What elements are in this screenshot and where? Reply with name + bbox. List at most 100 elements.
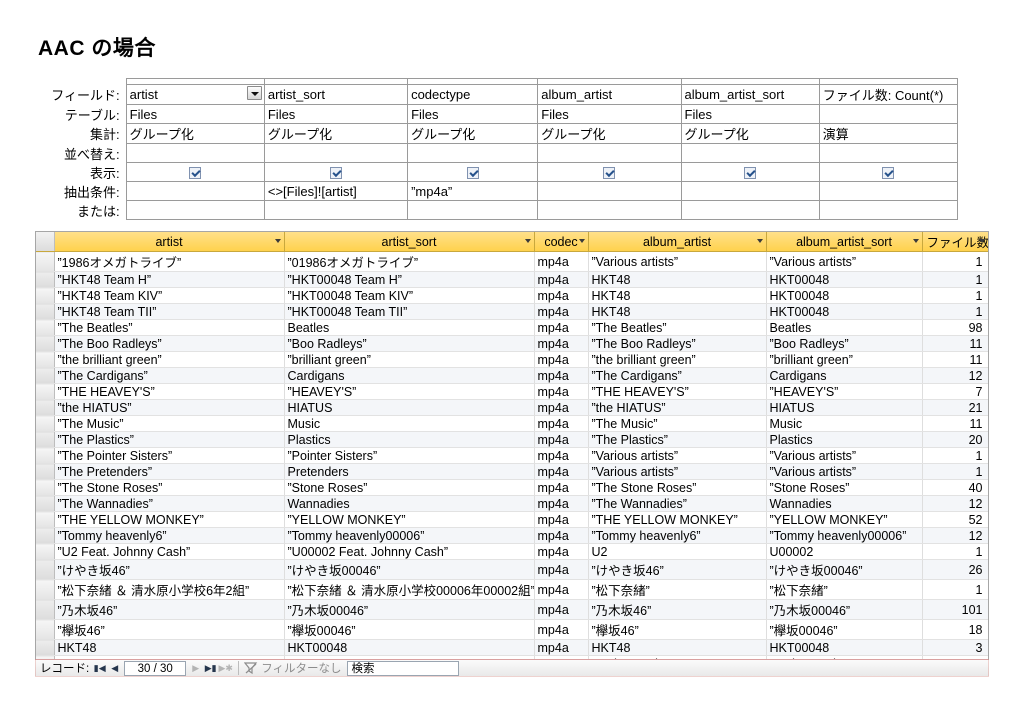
cell-r23-c5[interactable]: 3: [922, 639, 988, 656]
row-selector[interactable]: [36, 511, 55, 528]
cell-r8-c3[interactable]: ”THE HEAVEY'S”: [588, 383, 767, 400]
row-selector[interactable]: [36, 319, 55, 336]
checkbox-checked-icon[interactable]: [882, 167, 895, 180]
new-record-icon[interactable]: ▶✱: [218, 661, 233, 676]
query-field-cell-0[interactable]: artist: [125, 84, 265, 105]
cell-r9-c1[interactable]: HIATUS: [284, 399, 535, 416]
table-row[interactable]: ”HKT48 Team KIV” ”HKT00048 Team KIV” mp4a H…: [36, 287, 988, 304]
cell-r0-c3[interactable]: ”Various artists”: [588, 251, 767, 272]
cell-r17-c5[interactable]: 12: [922, 527, 988, 544]
cell-r2-c0[interactable]: ”HKT48 Team KIV”: [54, 287, 285, 304]
query-field-cell-1[interactable]: artist_sort: [263, 84, 409, 105]
cell-r1-c4[interactable]: HKT00048: [766, 271, 923, 288]
cell-r18-c1[interactable]: ”U00002 Feat. Johnny Cash”: [284, 543, 535, 560]
cell-r1-c3[interactable]: HKT48: [588, 271, 767, 288]
cell-r5-c1[interactable]: ”Boo Radleys”: [284, 335, 535, 352]
cell-r6-c2[interactable]: mp4a: [534, 351, 589, 368]
row-selector[interactable]: [36, 599, 55, 620]
query-field-cell-3[interactable]: album_artist: [537, 84, 682, 105]
filter-status[interactable]: フィルターなし: [243, 660, 341, 676]
query-or-cell-1[interactable]: [263, 200, 409, 220]
query-sort-cell-0[interactable]: [125, 143, 265, 163]
cell-r14-c0[interactable]: ”The Stone Roses”: [54, 479, 285, 496]
cell-r2-c3[interactable]: HKT48: [588, 287, 767, 304]
query-show-checkbox-2[interactable]: [407, 162, 539, 182]
cell-r8-c1[interactable]: ”HEAVEY'S”: [284, 383, 535, 400]
query-sort-cell-4[interactable]: [680, 143, 820, 163]
row-selector[interactable]: [36, 251, 55, 272]
cell-r3-c2[interactable]: mp4a: [534, 303, 589, 320]
table-row[interactable]: ”The Music” Music mp4a ”The Music” Music 11: [36, 415, 988, 432]
cell-r9-c3[interactable]: ”the HIATUS”: [588, 399, 767, 416]
column-header-2[interactable]: codec: [534, 232, 589, 252]
query-show-checkbox-3[interactable]: [537, 162, 682, 182]
record-position-input[interactable]: 30 / 30: [124, 660, 187, 676]
cell-r19-c0[interactable]: ”けやき坂46”: [54, 559, 285, 580]
cell-r16-c0[interactable]: ”THE YELLOW MONKEY”: [54, 511, 285, 528]
query-criteria-cell-5[interactable]: [818, 181, 959, 201]
cell-r10-c2[interactable]: mp4a: [534, 415, 589, 432]
cell-r19-c1[interactable]: ”けやき坂00046”: [284, 559, 535, 580]
cell-r9-c2[interactable]: mp4a: [534, 399, 589, 416]
cell-r8-c4[interactable]: ”HEAVEY'S”: [766, 383, 923, 400]
row-selector[interactable]: [36, 271, 55, 288]
table-row[interactable]: ”1986オメガトライブ” ”01986オメガトライブ” mp4a ”Various …: [36, 251, 988, 272]
cell-r4-c3[interactable]: ”The Beatles”: [588, 319, 767, 336]
cell-r20-c0[interactable]: ”松下奈緒 ＆ 清水原小学校6年2組”: [54, 579, 285, 600]
cell-r23-c2[interactable]: mp4a: [534, 639, 589, 656]
table-row[interactable]: ”The Pointer Sisters” ”Pointer Sisters” mp…: [36, 447, 988, 464]
chevron-down-icon[interactable]: [246, 86, 262, 100]
query-table-cell-3[interactable]: Files: [537, 104, 682, 124]
query-total-cell-1[interactable]: グループ化: [263, 123, 409, 144]
query-or-cell-5[interactable]: [818, 200, 959, 220]
cell-r3-c1[interactable]: ”HKT00048 Team TII”: [284, 303, 535, 320]
query-criteria-cell-1[interactable]: <>[Files]![artist]: [263, 181, 409, 201]
cell-r8-c2[interactable]: mp4a: [534, 383, 589, 400]
cell-r22-c0[interactable]: ”欅坂46”: [54, 619, 285, 640]
cell-r0-c1[interactable]: ”01986オメガトライブ”: [284, 251, 535, 272]
cell-r1-c2[interactable]: mp4a: [534, 271, 589, 288]
cell-r13-c1[interactable]: Pretenders: [284, 463, 535, 480]
cell-r5-c5[interactable]: 11: [922, 335, 988, 352]
cell-r3-c3[interactable]: HKT48: [588, 303, 767, 320]
query-table-cell-2[interactable]: Files: [407, 104, 539, 124]
cell-r22-c2[interactable]: mp4a: [534, 619, 589, 640]
chevron-down-icon[interactable]: [978, 239, 985, 243]
cell-r6-c3[interactable]: ”the brilliant green”: [588, 351, 767, 368]
row-selector[interactable]: [36, 463, 55, 480]
cell-r20-c3[interactable]: ”松下奈緒”: [588, 579, 767, 600]
query-field-cell-5[interactable]: ファイル数: Count(*): [818, 84, 959, 105]
cell-r5-c0[interactable]: ”The Boo Radleys”: [54, 335, 285, 352]
cell-r11-c1[interactable]: Plastics: [284, 431, 535, 448]
row-selector[interactable]: [36, 399, 55, 416]
select-all-corner[interactable]: [36, 232, 55, 252]
query-table-cell-0[interactable]: Files: [125, 104, 265, 124]
query-show-checkbox-1[interactable]: [263, 162, 409, 182]
cell-r14-c4[interactable]: ”Stone Roses”: [766, 479, 923, 496]
column-header-1[interactable]: artist_sort: [284, 232, 535, 252]
table-row[interactable]: ”乃木坂46” ”乃木坂00046” mp4a ”乃木坂46” ”乃木坂00046” 10…: [36, 599, 988, 620]
cell-r11-c4[interactable]: Plastics: [766, 431, 923, 448]
table-row[interactable]: ”The Plastics” Plastics mp4a ”The Plastics”…: [36, 431, 988, 448]
cell-r6-c4[interactable]: ”brilliant green”: [766, 351, 923, 368]
query-criteria-cell-2[interactable]: ”mp4a”: [407, 181, 539, 201]
first-record-icon[interactable]: ▮◀: [92, 661, 107, 676]
query-sort-cell-3[interactable]: [537, 143, 682, 163]
table-row[interactable]: ”松下奈緒 ＆ 清水原小学校6年2組” ”松下奈緒 ＆ 清水原小学校00006年0…: [36, 579, 988, 600]
cell-r12-c0[interactable]: ”The Pointer Sisters”: [54, 447, 285, 464]
cell-r2-c5[interactable]: 1: [922, 287, 988, 304]
cell-r22-c1[interactable]: ”欅坂00046”: [284, 619, 535, 640]
cell-r17-c4[interactable]: ”Tommy heavenly00006”: [766, 527, 923, 544]
cell-r12-c2[interactable]: mp4a: [534, 447, 589, 464]
row-selector[interactable]: [36, 287, 55, 304]
row-selector[interactable]: [36, 447, 55, 464]
cell-r17-c0[interactable]: ”Tommy heavenly6”: [54, 527, 285, 544]
cell-r21-c0[interactable]: ”乃木坂46”: [54, 599, 285, 620]
cell-r13-c2[interactable]: mp4a: [534, 463, 589, 480]
cell-r11-c2[interactable]: mp4a: [534, 431, 589, 448]
cell-r8-c0[interactable]: ”THE HEAVEY'S”: [54, 383, 285, 400]
row-selector[interactable]: [36, 383, 55, 400]
cell-r7-c0[interactable]: ”The Cardigans”: [54, 367, 285, 384]
query-total-cell-4[interactable]: グループ化: [680, 123, 820, 144]
cell-r12-c5[interactable]: 1: [922, 447, 988, 464]
